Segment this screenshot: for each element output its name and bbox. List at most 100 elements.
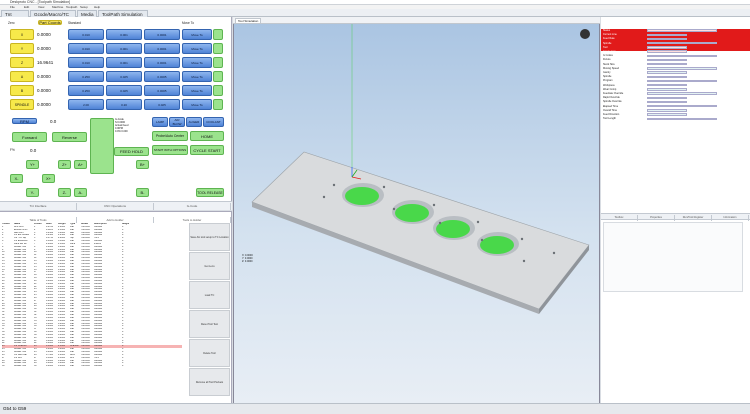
status-row-field[interactable] bbox=[647, 58, 687, 62]
jog-step-3-0[interactable]: 0.250 bbox=[68, 71, 104, 82]
axis-zero-button-spindle[interactable]: SPINDLE bbox=[10, 99, 34, 110]
tab-0[interactable]: Tnt Toolbar bbox=[1, 10, 29, 24]
axis-zero-button-y[interactable]: Y bbox=[10, 43, 34, 54]
jog-step-0-0[interactable]: 0.010 bbox=[68, 29, 104, 40]
move-to-button-4[interactable]: Move To bbox=[182, 85, 212, 96]
jog-a-plus-button[interactable]: A+ bbox=[74, 160, 87, 169]
right-tab-3[interactable]: Information bbox=[712, 215, 749, 221]
jog-b-plus-button[interactable]: B+ bbox=[136, 160, 149, 169]
tab-3[interactable]: ToolPath Simulation bbox=[98, 10, 148, 17]
right-tab-2[interactable]: Run/Tool Register bbox=[675, 215, 712, 221]
status-row-field[interactable] bbox=[647, 41, 717, 45]
status-row-field[interactable] bbox=[647, 71, 687, 74]
status-row-field[interactable] bbox=[647, 75, 687, 78]
coolant-button[interactable]: COOLANT bbox=[203, 117, 224, 127]
jog-step-1-1[interactable]: 0.001 bbox=[106, 43, 142, 54]
jog-step-1-2[interactable]: 0.0001 bbox=[144, 43, 180, 54]
move-to-side-3[interactable] bbox=[213, 71, 223, 82]
status-row-field[interactable] bbox=[647, 50, 687, 53]
move-to-button-3[interactable]: Move To bbox=[182, 71, 212, 82]
left-subtab-1[interactable]: CNC Operations bbox=[77, 203, 154, 210]
rpm-button[interactable]: RPM bbox=[12, 118, 37, 124]
status-row-field[interactable] bbox=[647, 117, 717, 120]
status-row-field[interactable] bbox=[647, 88, 687, 91]
jog-b-minus-button[interactable]: B- bbox=[136, 188, 149, 197]
right-tab-1[interactable]: Properties bbox=[638, 215, 675, 221]
tool-action-button-4[interactable]: Delete Tool bbox=[189, 339, 230, 367]
move-to-button-1[interactable]: Move To bbox=[182, 43, 212, 54]
right-tab-0[interactable]: Toolbox bbox=[601, 215, 638, 221]
reverse-button[interactable]: Reverse bbox=[52, 132, 87, 142]
jog-y-minus-button[interactable]: Y- bbox=[26, 188, 39, 197]
status-row-field[interactable] bbox=[647, 104, 717, 108]
jog-step-3-2[interactable]: 0.0005 bbox=[144, 71, 180, 82]
home-button[interactable]: HOME bbox=[190, 131, 224, 141]
jog-z-minus-button[interactable]: Z- bbox=[58, 188, 71, 197]
jog-step-1-0[interactable]: 0.010 bbox=[68, 43, 104, 54]
status-row-field[interactable] bbox=[647, 37, 687, 41]
status-row-field[interactable] bbox=[647, 79, 717, 83]
simulation-viewport[interactable]: X: 0.0000 Y: 0.0000 Z: 0.0000 bbox=[233, 17, 600, 403]
tab-1[interactable]: Gcode/Macro/TC bbox=[30, 10, 76, 17]
jog-step-0-1[interactable]: 0.001 bbox=[106, 29, 142, 40]
toolbox-tree[interactable] bbox=[603, 222, 743, 292]
jog-x-minus-button[interactable]: X- bbox=[10, 174, 23, 183]
table-row[interactable]: 50 Default Tool 50 0.0000 0.0000 Flat HSKA63 Ca… bbox=[2, 365, 182, 368]
tool-action-button-2[interactable]: Load TC bbox=[189, 281, 230, 309]
tool-action-button-3[interactable]: Reset Tool Test bbox=[189, 310, 230, 338]
lamp-button[interactable]: LAMP bbox=[152, 117, 168, 127]
jog-step-0-2[interactable]: 0.0001 bbox=[144, 29, 180, 40]
jog-step-2-2[interactable]: 0.0001 bbox=[144, 57, 180, 68]
tool-action-button-5[interactable]: Remove all Tool Pockets bbox=[189, 368, 230, 396]
left-subtab-0[interactable]: Tnt Interface bbox=[0, 203, 77, 210]
jog-z-plus-button[interactable]: Z+ bbox=[58, 160, 71, 169]
jog-step-2-0[interactable]: 0.010 bbox=[68, 57, 104, 68]
viewport-tab[interactable]: Tool Simulation bbox=[235, 18, 262, 24]
move-to-button-5[interactable]: Move To bbox=[182, 99, 212, 110]
jog-step-4-1[interactable]: 0.025 bbox=[106, 85, 142, 96]
probe-button[interactable]: Probe/Auto Center bbox=[152, 131, 188, 141]
jog-step-5-1[interactable]: 0.20 bbox=[106, 99, 142, 110]
status-row-field[interactable] bbox=[647, 29, 717, 32]
move-to-button-0[interactable]: Move To bbox=[182, 29, 212, 40]
jog-step-3-1[interactable]: 0.025 bbox=[106, 71, 142, 82]
status-row-field[interactable] bbox=[647, 67, 717, 70]
jog-step-5-0[interactable]: 2.00 bbox=[68, 99, 104, 110]
status-row-field[interactable] bbox=[647, 33, 687, 36]
axis-zero-button-x[interactable]: X bbox=[10, 29, 34, 40]
tab-2[interactable]: Media bbox=[77, 10, 97, 17]
forward-button[interactable]: Forward bbox=[12, 132, 47, 142]
status-row-field[interactable] bbox=[647, 100, 687, 104]
status-row-field[interactable] bbox=[647, 46, 687, 49]
jog-step-4-2[interactable]: 0.0005 bbox=[144, 85, 180, 96]
move-to-side-2[interactable] bbox=[213, 57, 223, 68]
feed-hold-button[interactable]: FEED HOLD bbox=[114, 147, 149, 156]
status-row-field[interactable] bbox=[647, 96, 687, 99]
auger-button[interactable]: AUGER bbox=[186, 117, 202, 127]
jog-step-4-0[interactable]: 0.250 bbox=[68, 85, 104, 96]
jog-step-5-2[interactable]: 0.025 bbox=[144, 99, 180, 110]
status-row-field[interactable] bbox=[647, 109, 687, 112]
axis-zero-button-a[interactable]: A bbox=[10, 71, 34, 82]
cycle-start-button[interactable]: CYCLE START bbox=[190, 145, 224, 155]
view-cube-icon[interactable] bbox=[580, 29, 590, 39]
move-to-side-0[interactable] bbox=[213, 29, 223, 40]
axis-zero-button-b[interactable]: B bbox=[10, 85, 34, 96]
start-with-options-button[interactable]: START WITH OPTIONS bbox=[152, 145, 188, 155]
status-row-field[interactable] bbox=[647, 83, 687, 87]
status-row-field[interactable] bbox=[647, 92, 717, 95]
part-coords-button[interactable]: Part Coords bbox=[38, 20, 62, 25]
axis-zero-button-z[interactable]: Z bbox=[10, 57, 34, 68]
jog-step-2-1[interactable]: 0.001 bbox=[106, 57, 142, 68]
move-to-side-1[interactable] bbox=[213, 43, 223, 54]
tool-action-button-0[interactable]: Save Atc tool setup to TC Location bbox=[189, 223, 230, 251]
move-to-button-2[interactable]: Move To bbox=[182, 57, 212, 68]
tool-action-button-1[interactable]: Get Lens bbox=[189, 252, 230, 280]
move-to-side-5[interactable] bbox=[213, 99, 223, 110]
tool-release-button[interactable]: TOOL RELEASE bbox=[196, 188, 224, 197]
status-row-field[interactable] bbox=[647, 62, 687, 66]
status-row-field[interactable] bbox=[647, 113, 687, 116]
jog-y-plus-button[interactable]: Y+ bbox=[26, 160, 39, 169]
air-blow-button[interactable]: AIR BLOW bbox=[169, 117, 185, 127]
move-to-side-4[interactable] bbox=[213, 85, 223, 96]
